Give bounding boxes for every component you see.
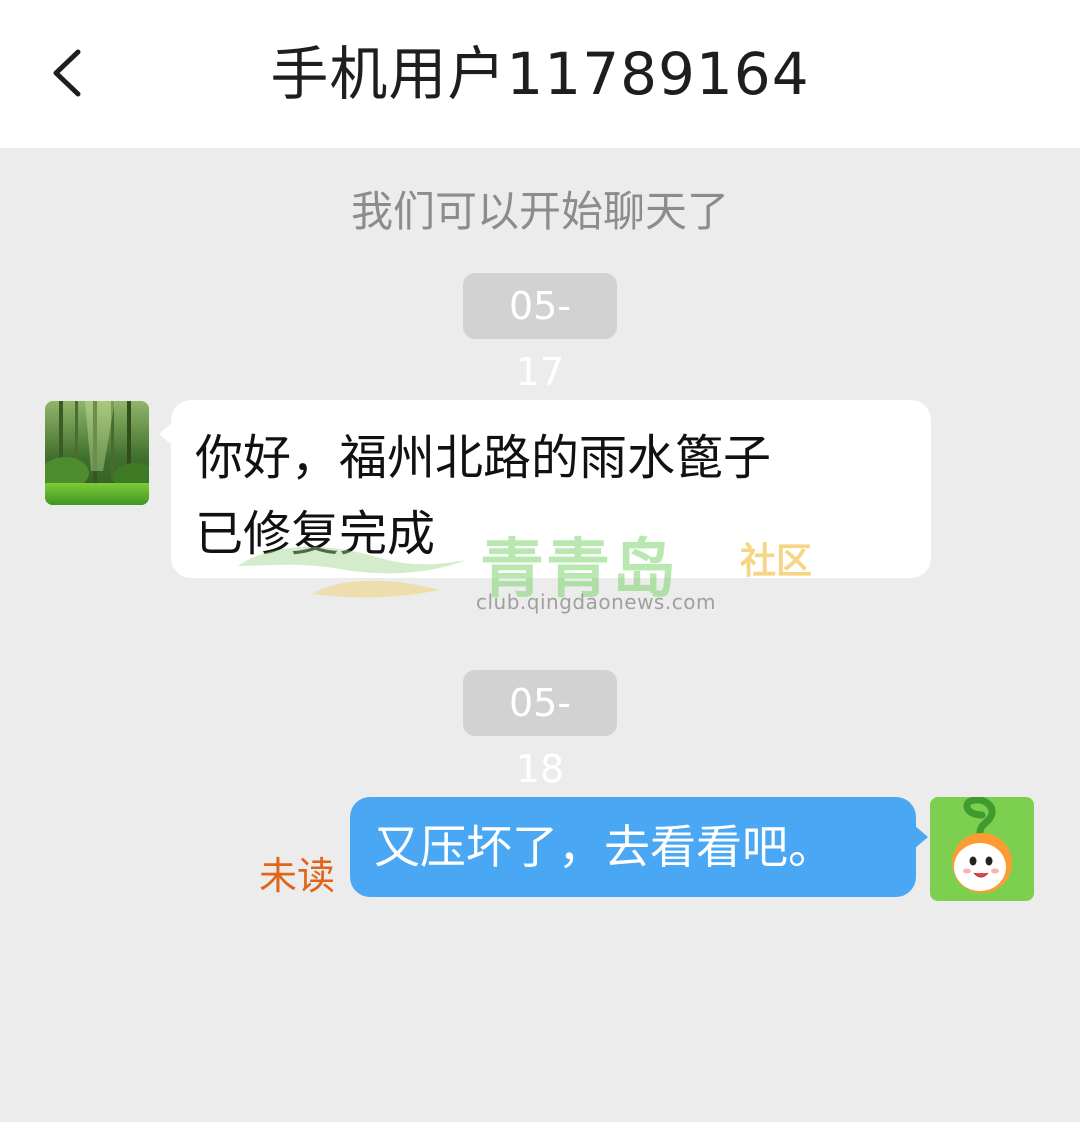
message-text-line: 已修复完成 [195,506,436,562]
mascot-avatar-icon [930,797,1034,901]
chat-title: 手机用户11789164 [270,40,810,108]
message-text-line: 你好，福州北路的雨水篦子 [195,430,772,486]
forest-avatar-icon [45,401,149,505]
message-text: 又压坏了，去看看吧。 [374,820,834,874]
date-separator: 05-17 [463,273,617,394]
outgoing-message-bubble[interactable]: 又压坏了，去看看吧。 [350,797,928,897]
contact-avatar[interactable] [45,401,149,505]
unread-status: 未读 [259,854,336,898]
system-message: 我们可以开始聊天了 [350,187,729,236]
chat-header: 手机用户11789164 [0,0,1080,148]
date-separator: 05-18 [463,670,617,791]
incoming-message-bubble[interactable]: 你好，福州北路的雨水篦子 已修复完成 [159,400,931,578]
user-avatar[interactable] [930,797,1034,901]
